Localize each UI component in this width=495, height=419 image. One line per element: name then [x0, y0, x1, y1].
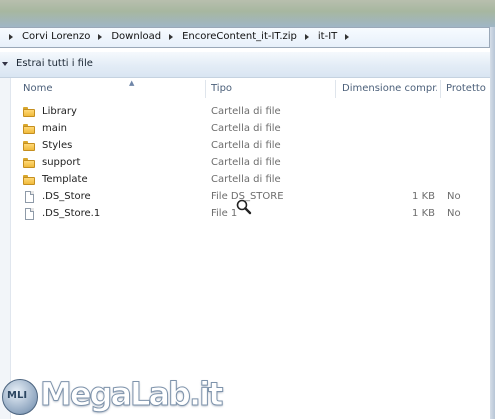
column-header-name[interactable]: Nome [23, 83, 203, 94]
folder-icon [23, 158, 35, 168]
breadcrumb-item-user[interactable]: Corvi Lorenzo [19, 31, 93, 42]
address-bar[interactable]: Corvi Lorenzo Download EncoreContent_it-… [0, 27, 490, 48]
file-type: File 1 [211, 208, 238, 219]
file-name: Template [42, 174, 88, 185]
breadcrumb-item-zip[interactable]: EncoreContent_it-IT.zip [179, 31, 300, 42]
file-name: Styles [42, 140, 73, 151]
breadcrumb-item-it-it[interactable]: it-IT [315, 31, 340, 42]
folder-icon [23, 107, 35, 117]
file-name: .DS_Store.1 [42, 208, 101, 219]
file-name: support [42, 157, 81, 168]
file-name: Library [42, 106, 77, 117]
navigation-pane[interactable] [0, 78, 11, 419]
folder-icon [23, 141, 35, 151]
chevron-right-icon[interactable] [169, 33, 174, 40]
file-name: main [42, 123, 67, 134]
breadcrumb-item-download[interactable]: Download [108, 31, 164, 42]
file-type: Cartella di file [211, 106, 281, 117]
file-size: 1 KB [412, 191, 435, 202]
file-protected: No [447, 191, 461, 202]
list-item[interactable]: .DS_Store File DS_STORE 1 KB No [23, 189, 495, 206]
window-border [490, 27, 495, 419]
file-type: Cartella di file [211, 140, 281, 151]
file-type: Cartella di file [211, 157, 281, 168]
list-item[interactable]: .DS_Store.1 File 1 1 KB No [23, 206, 495, 223]
extract-all-button[interactable]: Estrai tutti i file [16, 58, 93, 69]
file-name: .DS_Store [42, 191, 91, 202]
column-divider[interactable] [205, 80, 206, 98]
chevron-right-icon[interactable] [98, 33, 103, 40]
file-type: Cartella di file [211, 123, 281, 134]
folder-icon [23, 124, 35, 134]
watermark-logo: MLI MegaLab.it [2, 372, 224, 416]
list-item[interactable]: Styles Cartella di file [23, 138, 495, 155]
file-list: Library Cartella di file main Cartella d… [23, 104, 495, 223]
file-icon [25, 208, 34, 220]
chevron-right-icon[interactable] [345, 33, 350, 40]
file-protected: No [447, 208, 461, 219]
magnifier-cursor-icon [236, 199, 252, 215]
logo-badge-icon: MLI [2, 379, 38, 415]
command-toolbar: Estrai tutti i file [0, 52, 495, 78]
list-item[interactable]: Library Cartella di file [23, 104, 495, 121]
folder-icon [23, 175, 35, 185]
list-item[interactable]: main Cartella di file [23, 121, 495, 138]
column-header-size[interactable]: Dimensione compr... [342, 83, 437, 94]
column-headers: Nome ▲ Tipo Dimensione compr... Protetto… [19, 79, 495, 100]
sort-up-icon: ▲ [129, 79, 135, 87]
breadcrumb: Corvi Lorenzo Download EncoreContent_it-… [4, 31, 355, 42]
window-titlebar-area [0, 0, 495, 28]
watermark-text: MegaLab.it [39, 375, 223, 414]
chevron-down-icon[interactable] [2, 62, 8, 66]
column-header-type[interactable]: Tipo [211, 83, 331, 94]
list-item[interactable]: support Cartella di file [23, 155, 495, 172]
chevron-right-icon[interactable] [304, 33, 309, 40]
list-item[interactable]: Template Cartella di file [23, 172, 495, 189]
chevron-right-icon[interactable] [9, 33, 13, 40]
column-divider[interactable] [335, 80, 336, 98]
file-type: Cartella di file [211, 174, 281, 185]
file-icon [25, 191, 34, 203]
column-header-protected[interactable]: Protetto d [446, 83, 488, 94]
file-size: 1 KB [412, 208, 435, 219]
column-divider[interactable] [440, 80, 441, 98]
